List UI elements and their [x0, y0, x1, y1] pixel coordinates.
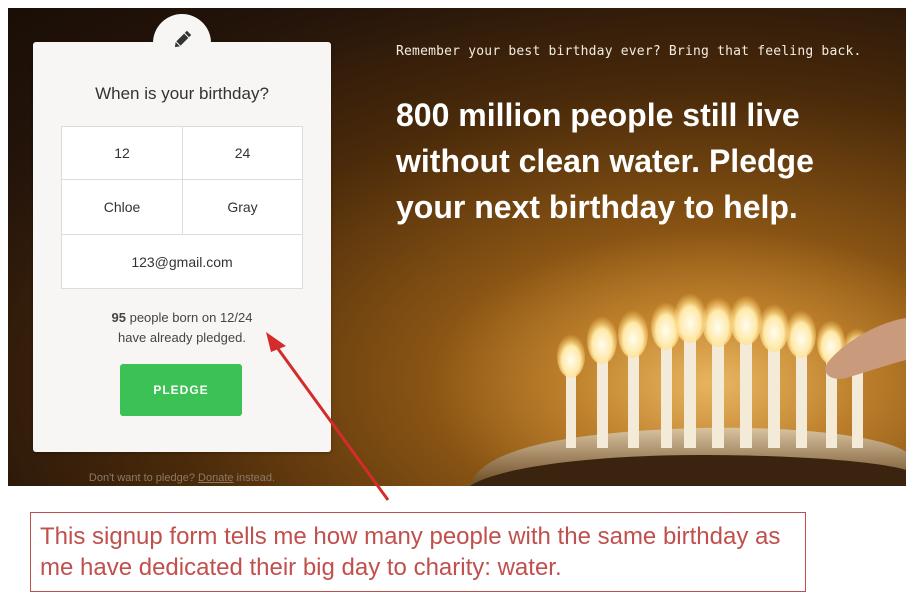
annotation-caption: This signup form tells me how many peopl…	[40, 523, 781, 581]
